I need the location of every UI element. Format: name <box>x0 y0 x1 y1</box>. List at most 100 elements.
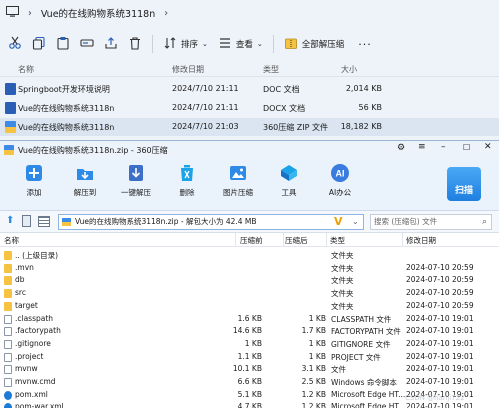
chevron-down-icon: ⌄ <box>202 40 208 48</box>
file-explorer-window: › Vue的在线购物系统3118n › 排序 ⌄ 查看 ⌄ 全部解压缩 ··· … <box>0 0 499 140</box>
archive-row[interactable]: pom-war.xml 4.7 KB 1.2 KB Microsoft Edge HT… <box>0 401 499 408</box>
more-options-button[interactable]: ··· <box>358 33 372 55</box>
copy-icon <box>32 36 46 53</box>
file-modified: 2024/7/10 21:03 <box>172 122 239 131</box>
row-type: GITIGNORE 文件 <box>331 339 391 349</box>
search-icon[interactable]: ⌕ <box>482 215 487 229</box>
archive-row[interactable]: mvnw.cmd 6.6 KB 2.5 KB Windows 命令脚本 2024-07-… <box>0 376 499 389</box>
tools-button[interactable]: 工具 <box>267 163 311 198</box>
chevron-right-icon[interactable]: › <box>164 8 168 19</box>
toolbar-divider <box>152 35 153 53</box>
copy-button[interactable] <box>32 33 46 55</box>
column-header-type[interactable]: 类型 <box>263 64 279 75</box>
monitor-icon[interactable] <box>6 6 19 20</box>
share-button[interactable] <box>104 33 118 55</box>
column-divider[interactable] <box>402 233 403 247</box>
image-compress-button[interactable]: 图片压缩 <box>216 163 260 198</box>
extract-all-button[interactable]: 全部解压缩 <box>284 33 344 55</box>
file-row[interactable]: Springboot开发环境说明 2024/7/10 21:11 DOC 文档 … <box>0 80 499 98</box>
column-divider[interactable] <box>235 233 236 247</box>
tools-icon <box>279 163 299 183</box>
delete-button[interactable] <box>128 33 142 55</box>
file-row[interactable]: Vue的在线购物系统3118n 2024/7/10 21:11 DOCX 文档 … <box>0 99 499 117</box>
ai-office-button[interactable]: AI AI办公 <box>318 163 362 198</box>
add-button[interactable]: 添加 <box>12 163 56 198</box>
view-list-icon <box>218 36 232 53</box>
column-header-type[interactable]: 类型 <box>330 235 345 246</box>
archive-row[interactable]: .factorypath 14.6 KB 1.7 KB FACTORYPATH 文件 2… <box>0 325 499 338</box>
view-details-icon[interactable] <box>22 215 31 227</box>
view-button[interactable]: 查看 ⌄ <box>218 33 263 55</box>
archive-row[interactable]: src 文件夹 2024-07-10 20:59 <box>0 287 499 300</box>
row-compressed-size: 1.1 KB <box>237 351 262 361</box>
column-divider[interactable] <box>283 233 284 247</box>
column-header-size[interactable]: 大小 <box>341 64 357 75</box>
rename-button[interactable] <box>80 33 94 55</box>
archive-row[interactable]: .classpath 1.6 KB 1 KB CLASSPATH 文件 2024-07-… <box>0 313 499 326</box>
row-compressed-size: 14.6 KB <box>232 326 262 336</box>
word-docx-icon <box>5 102 16 114</box>
file-size: 56 KB <box>358 103 382 112</box>
v-logo-icon[interactable]: V <box>334 215 343 229</box>
file-name: Vue的在线购物系统3118n <box>18 104 115 113</box>
archive-row[interactable]: db 文件夹 2024-07-10 20:59 <box>0 274 499 287</box>
archive-row[interactable]: .project 1.1 KB 1 KB PROJECT 文件 2024-07-10 1… <box>0 351 499 364</box>
cut-button[interactable] <box>8 33 22 55</box>
app-logo-icon <box>4 145 14 155</box>
menu-icon[interactable]: ≡ <box>418 142 426 152</box>
row-type: 文件夹 <box>331 301 354 311</box>
archive-search-input[interactable]: 搜索 (压缩包) 文件 ⌕ <box>370 214 492 230</box>
row-name: pom-war.xml <box>15 402 64 408</box>
sort-button[interactable]: 排序 ⌄ <box>163 33 208 55</box>
chevron-down-icon[interactable]: ⌄ <box>352 215 359 229</box>
column-header-packed[interactable]: 压缩后 <box>285 235 308 246</box>
zip-toolbar: 添加 解压到 一键解压 删除 图片压缩 工具 AI AI办公 扫描 <box>0 159 499 211</box>
file-icon <box>4 314 12 324</box>
share-icon <box>104 36 118 53</box>
address-bar[interactable]: › Vue的在线购物系统3118n › <box>0 0 499 26</box>
parent-directory-row[interactable]: .. (上级目录) 文件夹 <box>0 249 499 262</box>
column-divider[interactable] <box>326 233 327 247</box>
column-header-modified[interactable]: 修改日期 <box>406 235 436 246</box>
file-row-selected[interactable]: Vue的在线购物系统3118n 2024/7/10 21:03 360压缩 ZI… <box>0 118 499 136</box>
archive-path-field[interactable]: Vue的在线购物系统3118n.zip - 解包大小为 42.4 MB V ⌄ <box>58 214 364 230</box>
one-click-extract-button[interactable]: 一键解压 <box>114 163 158 198</box>
view-list-icon[interactable] <box>38 216 50 227</box>
archive-row[interactable]: mvnw 10.1 KB 3.1 KB 文件 2024-07-10 19:01 <box>0 363 499 376</box>
delete-button[interactable]: 删除 <box>165 163 209 198</box>
close-icon[interactable]: ✕ <box>484 142 492 152</box>
row-name: src <box>15 288 26 298</box>
extract-to-button[interactable]: 解压到 <box>63 163 107 198</box>
settings-icon[interactable]: ⚙ <box>397 143 405 153</box>
paste-button[interactable] <box>56 33 70 55</box>
breadcrumb-current[interactable]: Vue的在线购物系统3118n <box>41 6 155 20</box>
column-header-name[interactable]: 名称 <box>18 64 34 75</box>
up-arrow-icon[interactable]: ⬆ <box>6 215 14 226</box>
row-name: pom.xml <box>15 389 48 399</box>
row-type: CLASSPATH 文件 <box>331 314 392 324</box>
archive-column-header: 名称 压缩前 压缩后 类型 修改日期 <box>0 233 499 247</box>
column-header-compressed[interactable]: 压缩前 <box>240 235 263 246</box>
column-header-modified[interactable]: 修改日期 <box>172 64 204 75</box>
row-compressed-size: 10.1 KB <box>232 364 262 374</box>
folder-icon <box>4 301 12 311</box>
archive-row[interactable]: .gitignore 1 KB 1 KB GITIGNORE 文件 2024-07-10… <box>0 338 499 351</box>
sort-label: 排序 <box>181 40 199 50</box>
row-type: Microsoft Edge HT... <box>331 402 406 408</box>
file-type: DOC 文档 <box>263 85 300 94</box>
archive-row[interactable]: target 文件夹 2024-07-10 20:59 <box>0 300 499 313</box>
file-size: 2,014 KB <box>345 84 382 93</box>
scan-button[interactable]: 扫描 <box>447 167 481 201</box>
row-name: .project <box>15 351 44 361</box>
column-header-name[interactable]: 名称 <box>4 235 19 246</box>
maximize-icon[interactable]: ☐ <box>463 143 470 152</box>
minimize-icon[interactable]: – <box>441 142 446 152</box>
chevron-right-icon: › <box>28 7 32 19</box>
archive-row[interactable]: .mvn 文件夹 2024-07-10 20:59 <box>0 262 499 275</box>
row-modified: 2024-07-10 19:01 <box>406 351 474 361</box>
file-icon <box>4 327 12 337</box>
image-compress-icon <box>228 163 248 183</box>
add-label: 添加 <box>26 188 42 197</box>
row-packed-size: 1 KB <box>308 351 326 361</box>
window-title-bar[interactable]: Vue的在线购物系统3118n.zip - 360压缩 ⚙ ≡ – ☐ ✕ <box>0 141 499 159</box>
